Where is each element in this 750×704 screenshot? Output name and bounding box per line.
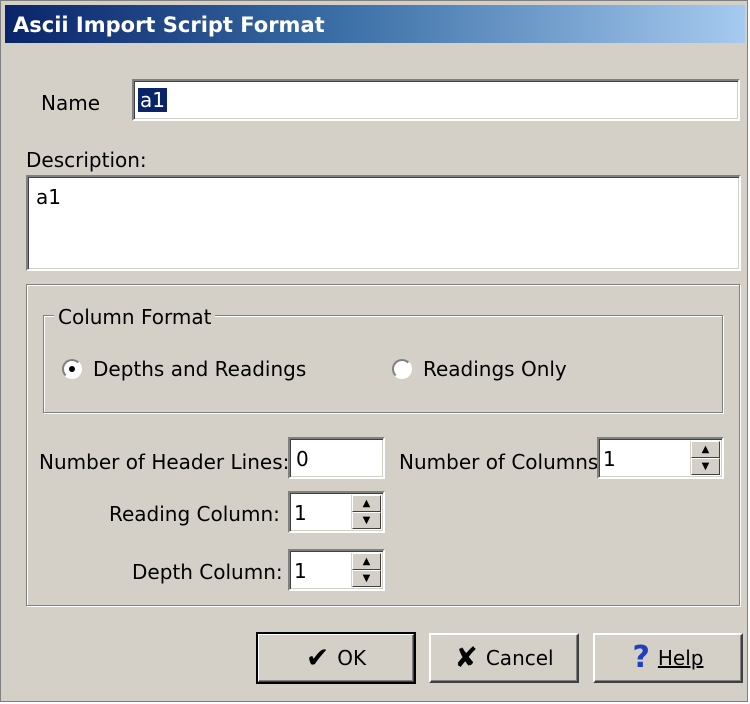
window-title: Ascii Import Script Format (13, 13, 325, 37)
readings-only-label[interactable]: Readings Only (423, 357, 567, 381)
num-columns-value: 1 (603, 447, 616, 471)
header-lines-value: 0 (296, 447, 309, 471)
cancel-button-label: Cancel (485, 646, 554, 670)
title-bar[interactable]: Ascii Import Script Format (5, 5, 745, 43)
question-icon: ? (632, 640, 650, 675)
name-label: Name (41, 91, 101, 115)
spin-down-icon[interactable]: ▼ (691, 458, 720, 475)
reading-column-spinner[interactable]: ▲ ▼ (351, 495, 381, 529)
depths-and-readings-radio[interactable] (62, 359, 82, 379)
ok-button-label: OK (337, 646, 367, 670)
name-input[interactable]: a1 (132, 79, 740, 121)
spin-down-icon[interactable]: ▼ (352, 512, 381, 529)
readings-only-radio[interactable] (392, 359, 412, 379)
spin-down-icon[interactable]: ▼ (352, 570, 381, 587)
header-lines-label: Number of Header Lines: (39, 450, 290, 474)
depth-column-label: Depth Column: (132, 560, 283, 584)
depth-column-value: 1 (294, 559, 307, 583)
description-value: a1 (36, 185, 61, 209)
num-columns-spinbox[interactable]: 1 ▲ ▼ (597, 437, 724, 479)
header-lines-input[interactable]: 0 (288, 437, 385, 479)
spin-up-icon[interactable]: ▲ (352, 495, 381, 512)
spin-up-icon[interactable]: ▲ (352, 553, 381, 570)
check-icon: ✔ (305, 641, 330, 674)
column-format-legend: Column Format (54, 305, 216, 329)
depth-column-spinbox[interactable]: 1 ▲ ▼ (288, 549, 385, 591)
cancel-button[interactable]: ✘ Cancel (429, 633, 579, 683)
help-button[interactable]: ? Help (593, 633, 743, 683)
x-icon: ✘ (454, 641, 478, 674)
spin-up-icon[interactable]: ▲ (691, 441, 720, 458)
reading-column-value: 1 (294, 501, 307, 525)
description-label: Description: (26, 148, 147, 172)
num-columns-spinner[interactable]: ▲ ▼ (690, 441, 720, 475)
num-columns-label: Number of Columns: (399, 450, 606, 474)
help-button-label: Help (657, 646, 704, 670)
reading-column-spinbox[interactable]: 1 ▲ ▼ (288, 491, 385, 533)
reading-column-label: Reading Column: (109, 502, 280, 526)
description-textarea[interactable]: a1 (26, 175, 741, 271)
name-input-value: a1 (138, 88, 167, 112)
ascii-import-script-format-dialog: Ascii Import Script Format Name a1 Descr… (0, 0, 748, 702)
depths-and-readings-label[interactable]: Depths and Readings (93, 357, 306, 381)
ok-button[interactable]: ✔ OK (256, 632, 416, 684)
depth-column-spinner[interactable]: ▲ ▼ (351, 553, 381, 587)
